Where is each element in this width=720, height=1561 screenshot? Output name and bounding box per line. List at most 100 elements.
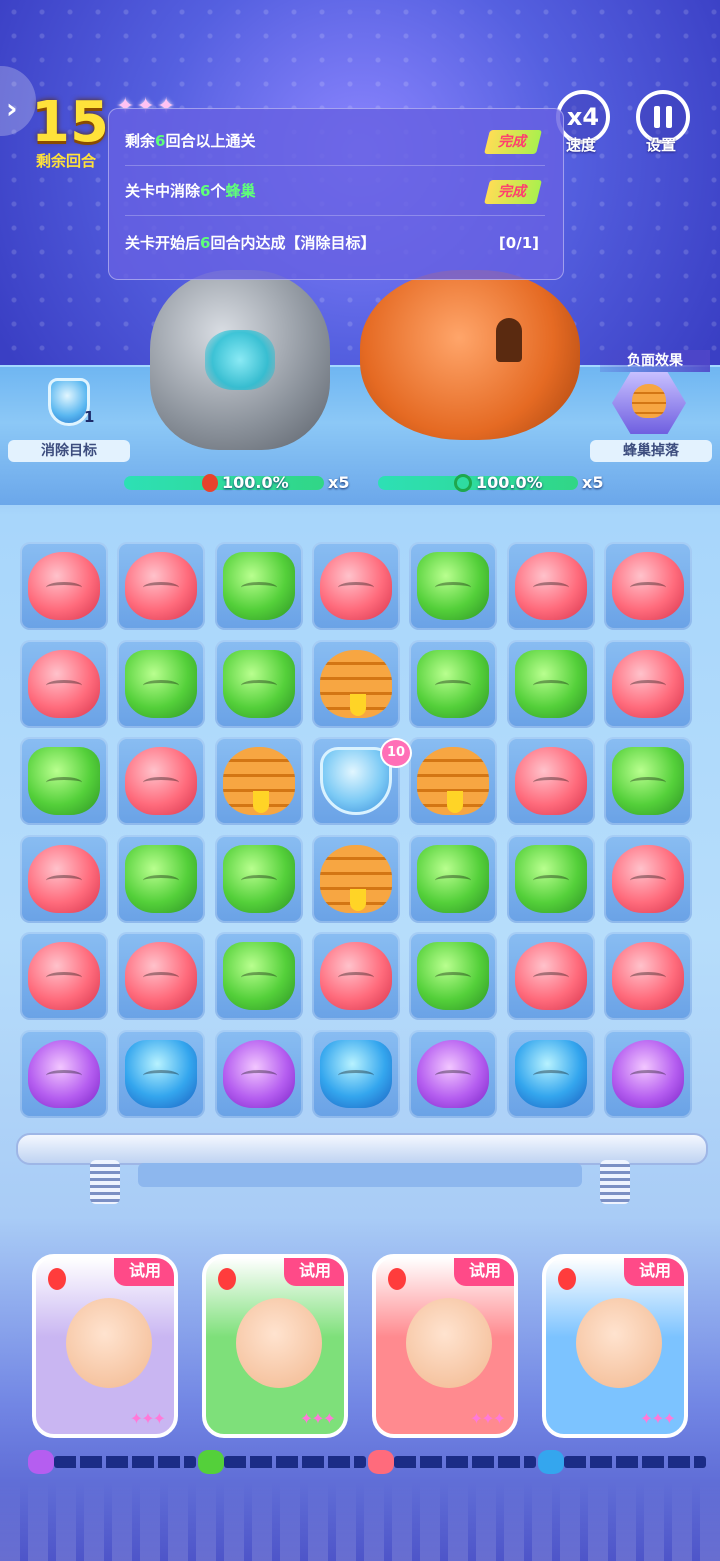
hero-card[interactable]: 试用 ✦✦✦ — [32, 1254, 178, 1438]
board-cell[interactable] — [311, 932, 400, 1021]
hero-energy-bar — [394, 1456, 536, 1468]
green-piece-icon — [125, 649, 198, 718]
board-cell[interactable] — [506, 542, 595, 630]
board-cell[interactable] — [409, 1030, 498, 1118]
golem-core-glow — [205, 330, 275, 390]
red-element-icon — [368, 1450, 394, 1474]
turns-label: 剩余回合 — [35, 152, 96, 170]
board-cell[interactable] — [409, 639, 498, 728]
board-cell[interactable] — [20, 932, 108, 1021]
green-piece-icon — [222, 552, 295, 620]
hero-stars-icon: ✦✦✦ — [639, 1409, 676, 1428]
board-cell[interactable] — [214, 834, 303, 923]
purple-piece-icon — [417, 1040, 490, 1108]
board-cell[interactable] — [214, 639, 303, 728]
board-cell[interactable] — [603, 834, 692, 923]
board-cell[interactable] — [506, 639, 595, 728]
blue-piece-icon — [319, 1040, 392, 1108]
board-cell[interactable] — [20, 639, 108, 728]
orange-robot-enemy[interactable] — [360, 270, 580, 440]
objective-text: 回合内达成【消除目标】 — [210, 234, 376, 252]
green-piece-icon — [417, 649, 490, 718]
objective-text: 关卡中消除 — [125, 182, 201, 200]
green-piece-icon — [28, 747, 100, 816]
board-cell[interactable] — [603, 932, 692, 1021]
red-piece-icon — [319, 942, 392, 1011]
objective-row: 剩余6回合以上通关 完成 — [125, 117, 545, 166]
board-cell[interactable] — [311, 542, 400, 630]
red-piece-icon — [28, 942, 100, 1011]
fire-drop-icon — [388, 1268, 406, 1290]
fire-drop-icon — [218, 1268, 236, 1290]
green-piece-icon — [514, 649, 587, 718]
red-piece-icon — [28, 552, 100, 620]
board-cell[interactable] — [409, 542, 498, 630]
trial-badge: 试用 — [114, 1258, 174, 1286]
objective-row: 关卡开始后6回合内达成【消除目标】 [0/1] — [125, 219, 545, 267]
goal-count: 1 — [84, 408, 95, 426]
blue-piece-icon — [514, 1040, 587, 1108]
board-cell[interactable] — [311, 639, 400, 728]
objective-text: 剩余 — [125, 132, 156, 150]
settings-label: 设置 — [645, 136, 676, 154]
board-cell[interactable] — [117, 1030, 206, 1118]
shield-hits-badge: 10 — [380, 738, 412, 768]
red-piece-icon — [514, 747, 587, 816]
board-cell[interactable] — [214, 1030, 303, 1118]
chevron-right-icon: › — [6, 92, 18, 125]
board-cell[interactable] — [409, 834, 498, 923]
green-piece-icon — [222, 844, 295, 913]
debuff-label: 蜂巢掉落 — [590, 440, 712, 462]
board-cell[interactable] — [311, 834, 400, 923]
match-board[interactable]: 10 — [20, 542, 700, 1124]
board-cell[interactable] — [603, 542, 692, 630]
objective-row: 关卡中消除6个蜂巢 完成 — [125, 167, 545, 216]
board-cell[interactable] — [506, 932, 595, 1021]
board-cell[interactable] — [214, 932, 303, 1021]
board-cell[interactable] — [117, 542, 206, 630]
purple-piece-icon — [611, 1040, 684, 1108]
hero-stars-icon: ✦✦✦ — [129, 1409, 166, 1428]
trial-badge: 试用 — [284, 1258, 344, 1286]
board-cell[interactable] — [603, 737, 692, 826]
board-cell[interactable] — [506, 834, 595, 923]
board-cell[interactable] — [117, 737, 206, 826]
board-cell[interactable] — [20, 542, 108, 630]
board-cell[interactable] — [506, 1030, 595, 1118]
board-cell[interactable] — [603, 1030, 692, 1118]
keyhole-icon — [496, 318, 522, 362]
board-cell[interactable] — [214, 542, 303, 630]
green-piece-icon — [125, 844, 198, 913]
board-cell[interactable] — [117, 639, 206, 728]
board-cell[interactable] — [117, 834, 206, 923]
board-cell[interactable] — [214, 737, 303, 826]
board-cell[interactable] — [20, 737, 108, 826]
turns-remaining: 15 — [31, 90, 109, 155]
board-cell[interactable] — [117, 932, 206, 1021]
hero-card[interactable]: 试用 ✦✦✦ — [542, 1254, 688, 1438]
red-piece-icon — [28, 844, 100, 913]
hero-card[interactable]: 试用 ✦✦✦ — [372, 1254, 518, 1438]
objective-number: 6 — [155, 132, 166, 150]
red-piece-icon — [611, 649, 684, 718]
objective-text: 回合以上通关 — [165, 132, 256, 150]
board-cell[interactable] — [409, 932, 498, 1021]
board-cell[interactable] — [603, 639, 692, 728]
board-cell[interactable] — [311, 1030, 400, 1118]
board-cell[interactable] — [409, 737, 498, 826]
objective-progress: [0/1] — [498, 234, 539, 252]
hive-piece-icon — [222, 747, 295, 816]
hero-card[interactable]: 试用 ✦✦✦ — [202, 1254, 348, 1438]
fire-drop-icon — [48, 1268, 66, 1290]
goal-label: 消除目标 — [8, 440, 130, 462]
board-cell[interactable] — [506, 737, 595, 826]
board-cell[interactable] — [20, 834, 108, 923]
complete-badge: 完成 — [484, 130, 542, 154]
hero-stars-icon: ✦✦✦ — [469, 1409, 506, 1428]
board-cell[interactable] — [20, 1030, 108, 1118]
skill-slot-bar — [138, 1163, 582, 1187]
green-piece-icon — [417, 552, 490, 620]
blue-piece-icon — [125, 1040, 198, 1108]
hive-icon — [632, 384, 666, 418]
red-piece-icon — [319, 552, 392, 620]
